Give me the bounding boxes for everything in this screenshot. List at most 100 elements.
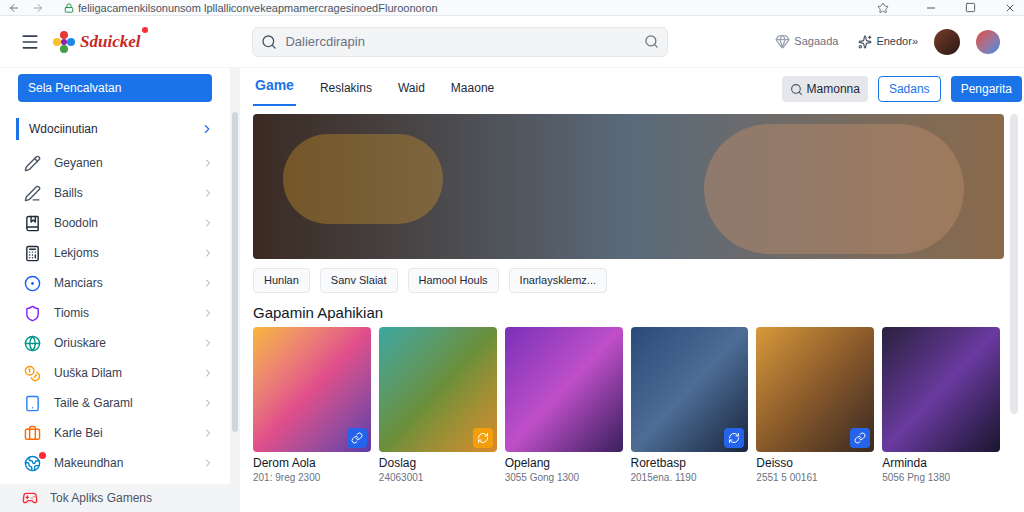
chevron-icon [202, 367, 214, 379]
menu-icon[interactable] [20, 32, 40, 52]
primary-button[interactable]: Sela Pencalvatan [18, 74, 212, 102]
game-card[interactable]: Opelang3055 Gong 1300 [505, 327, 623, 485]
chip[interactable]: Hunlan [253, 268, 310, 293]
chevron-icon [200, 122, 214, 136]
forward-icon[interactable] [32, 2, 44, 14]
game-cover [253, 327, 371, 452]
refresh-icon [728, 432, 740, 444]
chips: Hunlan Sanv Slaiat Hamool Houls Inarlayskle… [253, 268, 1004, 293]
header: Sduickel Daliercdirapin Sagaada Enedor» [0, 16, 1024, 68]
maximize-icon[interactable] [965, 2, 976, 13]
chevron-icon [202, 307, 214, 319]
link-badge [724, 428, 744, 448]
tab[interactable]: Reslakins [318, 79, 374, 106]
sidebar-item[interactable]: Lekjoms [0, 238, 230, 268]
logo[interactable]: Sduickel [52, 29, 140, 55]
chevron-icon [202, 457, 214, 469]
header-action[interactable]: Sagaada [775, 33, 838, 50]
game-card[interactable]: Arminda5056 Png 1380 [882, 327, 1000, 485]
sidebar-item[interactable]: Taile & Garaml [0, 388, 230, 418]
close-icon[interactable] [1004, 2, 1016, 14]
chip[interactable]: Sanv Slaiat [320, 268, 398, 293]
profile-icon[interactable] [976, 30, 1000, 54]
game-cover [379, 327, 497, 452]
gamepad-icon [22, 490, 38, 506]
avatar[interactable] [934, 29, 960, 55]
chevron-icon [202, 277, 214, 289]
item-icon [24, 455, 41, 472]
tab[interactable]: Maaone [449, 79, 496, 106]
gem-icon [775, 34, 790, 49]
item-icon [24, 425, 41, 442]
lock-icon [64, 3, 74, 13]
item-icon [24, 215, 41, 232]
game-card[interactable]: Roretbasp2015ena. 1190 [631, 327, 749, 485]
sidebar-list: GeyanenBaillsBoodolnLekjomsManciarsTiomi… [0, 148, 230, 478]
item-icon [24, 365, 41, 382]
chevron-icon [202, 247, 214, 259]
chip[interactable]: Hamool Houls [408, 268, 499, 293]
toolbar-button[interactable]: Sadans [878, 76, 941, 102]
link-badge [850, 428, 870, 448]
tab[interactable]: Game [253, 75, 296, 106]
sidebar-scrollbar[interactable] [230, 68, 240, 512]
section-title: Gapamin Apahikian [253, 303, 1004, 323]
item-icon [24, 395, 41, 412]
chevron-icon [202, 397, 214, 409]
sidebar-footer[interactable]: Tok Apliks Gamens [0, 484, 230, 512]
game-card[interactable]: Deisso2551 5 00161 [756, 327, 874, 485]
game-cover [756, 327, 874, 452]
sidebar-item[interactable]: Uuška Dilam [0, 358, 230, 388]
search-icon [790, 83, 803, 96]
header-action[interactable]: Enedor» [858, 33, 918, 50]
back-icon[interactable] [8, 2, 20, 14]
main-scrollbar[interactable] [1004, 106, 1024, 512]
chevron-icon [202, 217, 214, 229]
sidebar-item[interactable]: Tiomis [0, 298, 230, 328]
logo-icon [52, 30, 76, 54]
minimize-icon[interactable] [925, 2, 937, 14]
browser-bar: feliigacamenkilsonunsom lpllalliconvekea… [0, 0, 1024, 16]
refresh-icon [477, 432, 489, 444]
link-icon [351, 432, 363, 444]
item-icon [24, 155, 41, 172]
item-badge [39, 452, 46, 459]
chevron-icon [202, 157, 214, 169]
sidebar-item[interactable]: Manciars [0, 268, 230, 298]
search-bar[interactable]: Daliercdirapin [252, 27, 668, 57]
tab[interactable]: Waid [396, 79, 427, 106]
sidebar: Sela Pencalvatan Wdociinutian GeyanenBaill… [0, 68, 230, 512]
search-placeholder: Daliercdirapin [285, 32, 636, 52]
chevron-icon [202, 427, 214, 439]
search-icon [261, 34, 277, 50]
chevron-icon [202, 187, 214, 199]
sidebar-item[interactable]: Oriuskare [0, 328, 230, 358]
item-icon [24, 275, 41, 292]
browser-window: feliigacamenkilsonunsom lpllalliconvekea… [0, 0, 1024, 512]
sidebar-item[interactable]: Geyanen [0, 148, 230, 178]
sidebar-item[interactable]: Makeundhan [0, 448, 230, 478]
address-bar[interactable]: feliigacamenkilsonunsom lpllalliconvekea… [64, 1, 494, 15]
item-icon [24, 245, 41, 262]
link-badge [473, 428, 493, 448]
sparkles-icon [858, 35, 872, 49]
toolbar-button[interactable]: Mamonna [782, 76, 868, 102]
toolbar-button[interactable]: Pengarita [951, 76, 1022, 102]
item-icon [24, 185, 41, 202]
link-badge [347, 428, 367, 448]
game-grid: Derom Aola201: 9reg 2300Doslag24063001Op… [253, 327, 1004, 485]
search-submit-icon[interactable] [644, 34, 659, 49]
tabs: Game Reslakins Waid Maaone [253, 75, 496, 106]
hero-banner[interactable] [253, 114, 1004, 259]
sidebar-item[interactable]: Baills [0, 178, 230, 208]
star-icon[interactable] [877, 2, 889, 14]
sidebar-section[interactable]: Wdociinutian [16, 116, 214, 142]
logo-badge [142, 27, 148, 33]
game-card[interactable]: Derom Aola201: 9reg 2300 [253, 327, 371, 485]
chip[interactable]: Inarlaysklemz... [509, 268, 607, 293]
sidebar-item[interactable]: Boodoln [0, 208, 230, 238]
item-icon [24, 305, 41, 322]
game-card[interactable]: Doslag24063001 [379, 327, 497, 485]
sidebar-item[interactable]: Karle Bei [0, 418, 230, 448]
game-cover [631, 327, 749, 452]
